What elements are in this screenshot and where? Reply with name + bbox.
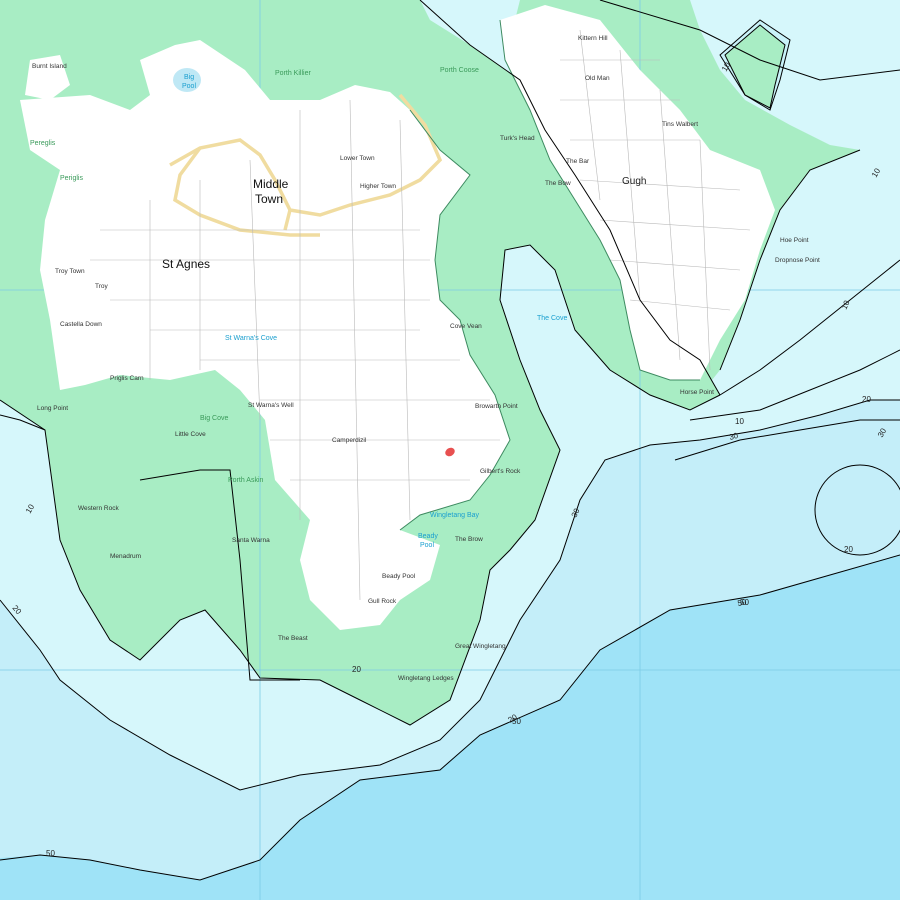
- label-beady-pool-2: Pool: [420, 542, 434, 549]
- label-big-pool-2: Pool: [182, 83, 196, 90]
- depth-label: 20: [862, 395, 871, 404]
- label-tins-walbert: Tins Walbert: [662, 121, 698, 128]
- label-hoe-point: Hoe Point: [780, 237, 809, 244]
- label-dropnose-point: Dropnose Point: [775, 257, 820, 264]
- label-middle-town-1: Middle: [253, 177, 289, 191]
- label-gugh: Gugh: [622, 176, 646, 187]
- label-cove-vean: Cove Vean: [450, 323, 482, 330]
- depth-label: 50: [740, 598, 749, 607]
- label-great-wingletang: Great Wingletang: [455, 643, 506, 650]
- label-old-man: Old Man: [585, 75, 610, 82]
- label-priglis-carn: Priglis Carn: [110, 375, 144, 382]
- label-little-cove: Little Cove: [175, 431, 206, 438]
- label-turks-head: Turk's Head: [500, 135, 535, 142]
- label-the-bow: The Bow: [545, 180, 571, 187]
- label-gilberts-rock: Gilbert's Rock: [480, 468, 521, 475]
- label-long-point: Long Point: [37, 405, 68, 412]
- label-st-agnes: St Agnes: [162, 257, 210, 271]
- depth-label: 20: [352, 665, 361, 674]
- depth-label: 20: [844, 545, 853, 554]
- label-wingletang-ledges: Wingletang Ledges: [398, 675, 454, 682]
- label-gull-rock: Gull Rock: [368, 598, 397, 605]
- label-beady-pool: Beady: [418, 533, 438, 540]
- label-burnt-island: Burnt Island: [32, 63, 67, 70]
- map-svg: St Agnes Middle Town Gugh Big Pool Troy …: [0, 0, 900, 900]
- depth-label: 50: [46, 849, 55, 858]
- label-kittern-hill: Kittern Hill: [578, 35, 608, 42]
- label-the-bar: The Bar: [566, 158, 590, 165]
- label-browarth-point: Browarth Point: [475, 403, 518, 410]
- label-st-warna-cove: St Warna's Cove: [225, 335, 277, 342]
- label-castella-down: Castella Down: [60, 321, 102, 328]
- label-porth-killier: Porth Killier: [275, 70, 311, 77]
- label-big-cove: Big Cove: [200, 415, 229, 422]
- label-camperdizil: Camperdizil: [332, 437, 367, 444]
- label-big-pool: Big: [184, 74, 194, 81]
- label-western-rock: Western Rock: [78, 505, 119, 512]
- label-wingletang-bay: Wingletang Bay: [430, 512, 480, 519]
- label-the-beast: The Beast: [278, 635, 308, 642]
- label-horse-point: Horse Point: [680, 389, 714, 396]
- label-higher-town: Higher Town: [360, 183, 396, 190]
- label-st-warnas-well: St Warna's Well: [248, 402, 294, 409]
- depth-label: 10: [735, 417, 744, 426]
- label-santa-warna: Santa Warna: [232, 537, 270, 544]
- label-lower-town: Lower Town: [340, 155, 375, 162]
- label-troy-town: Troy Town: [55, 268, 85, 275]
- label-middle-town-2: Town: [255, 192, 283, 206]
- label-annet-beady: Beady Pool: [382, 573, 416, 580]
- label-periglis: Periglis: [60, 175, 83, 182]
- label-the-brow: The Brow: [455, 536, 483, 543]
- label-porth-askin: Porth Askin: [228, 477, 264, 484]
- map-canvas[interactable]: St Agnes Middle Town Gugh Big Pool Troy …: [0, 0, 900, 900]
- label-troy: Troy: [95, 283, 109, 290]
- label-pereglis: Pereglis: [30, 140, 56, 147]
- depth-label: 50: [512, 717, 521, 726]
- label-menadrum: Menadrum: [110, 553, 141, 560]
- label-porth-coose: Porth Coose: [440, 67, 479, 74]
- label-the-cove: The Cove: [537, 315, 567, 322]
